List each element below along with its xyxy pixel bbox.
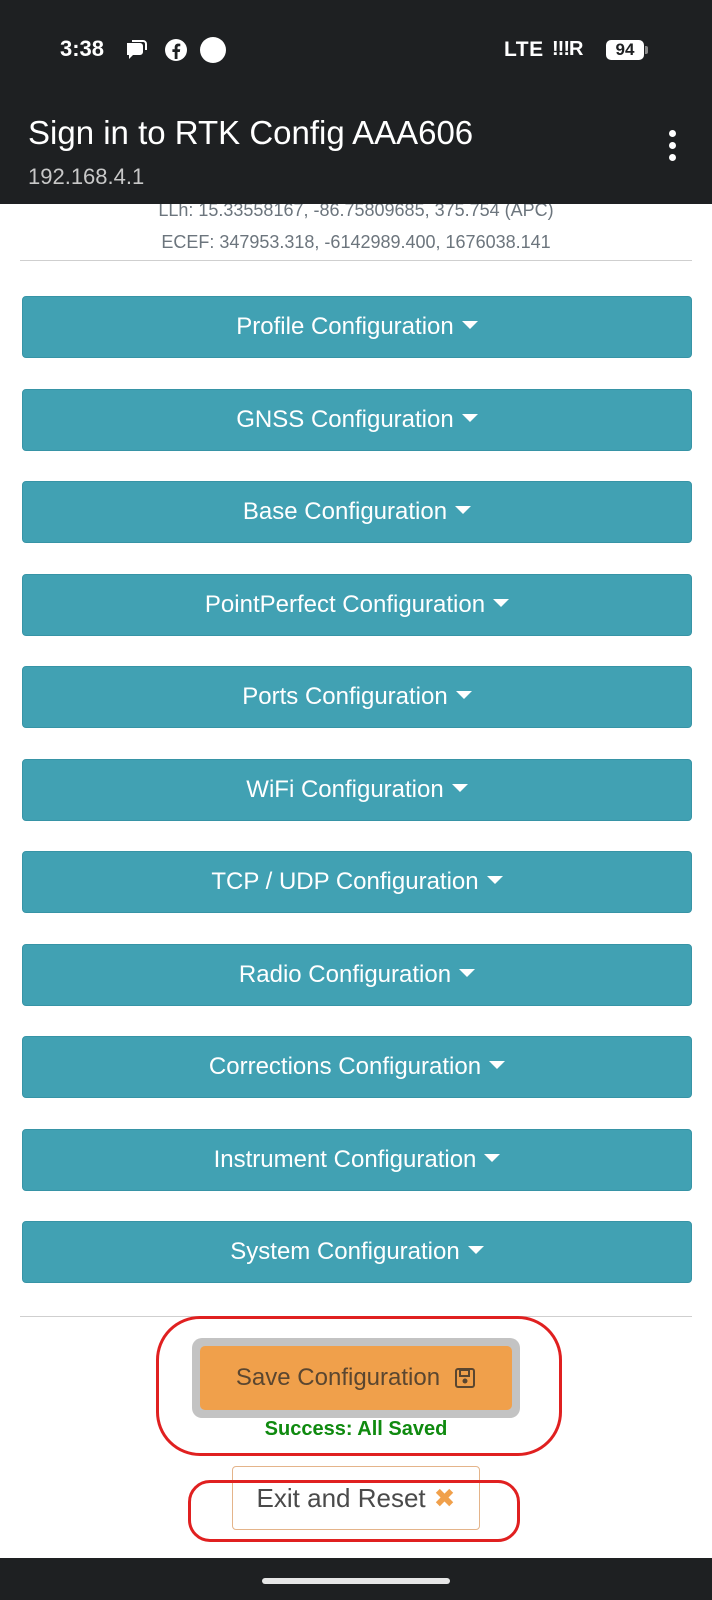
- section-label: Radio Configuration: [238, 960, 452, 988]
- page-address: 192.168.4.1: [28, 164, 145, 189]
- page-title: Sign in to RTK Config AAA606: [28, 114, 474, 151]
- battery-tip: [645, 46, 648, 54]
- section-label: Base Configuration: [242, 498, 448, 525]
- radio-configuration-button[interactable]: Radio Configuration: [22, 943, 692, 1006]
- base-configuration-button[interactable]: Base Configuration: [22, 481, 692, 543]
- config-sections: Profile Configuration GNSS Configuration…: [22, 296, 692, 1314]
- facebook-icon: [165, 39, 187, 61]
- section-label: GNSS Configuration: [236, 405, 454, 433]
- app-bar: Sign in to RTK Config AAA606 192.168.4.1: [0, 100, 712, 204]
- section-label: Ports Configuration: [242, 683, 448, 710]
- caret-down-icon: [459, 968, 476, 977]
- caret-down-icon: [455, 691, 472, 699]
- section-label: Corrections Configuration: [208, 1053, 482, 1080]
- corrections-configuration-button[interactable]: Corrections Configuration: [22, 1036, 692, 1098]
- section-label: Instrument Configuration: [213, 1145, 477, 1173]
- network-type: LTE: [504, 38, 544, 61]
- notification-dot-icon: [200, 37, 226, 63]
- ports-configuration-button[interactable]: Ports Configuration: [22, 666, 692, 728]
- section-label: System Configuration: [230, 1238, 460, 1265]
- caret-down-icon: [461, 321, 478, 329]
- caret-down-icon: [455, 506, 472, 514]
- gnss-configuration-button[interactable]: GNSS Configuration: [22, 388, 692, 451]
- wifi-configuration-button[interactable]: WiFi Configuration: [22, 758, 692, 821]
- profile-configuration-button[interactable]: Profile Configuration: [22, 296, 692, 358]
- section-label: WiFi Configuration: [246, 775, 444, 803]
- section-label: Profile Configuration: [236, 313, 454, 340]
- caret-down-icon: [451, 783, 468, 792]
- chat-bubble-icon: [127, 40, 147, 59]
- caret-down-icon: [486, 876, 503, 884]
- caret-down-icon: [467, 1246, 484, 1254]
- divider: [20, 260, 692, 261]
- clock: 3:38: [60, 36, 105, 61]
- highlight-save-annotation: [156, 1316, 562, 1456]
- signal-strength-icon: !!!R: [552, 38, 583, 60]
- pointperfect-configuration-button[interactable]: PointPerfect Configuration: [22, 573, 692, 636]
- section-label: TCP / UDP Configuration: [211, 868, 479, 895]
- system-configuration-button[interactable]: System Configuration: [22, 1221, 692, 1283]
- tcp-udp-configuration-button[interactable]: TCP / UDP Configuration: [22, 851, 692, 913]
- caret-down-icon: [493, 598, 510, 607]
- caret-down-icon: [461, 413, 478, 422]
- highlight-exit-annotation: [188, 1480, 520, 1542]
- more-options-icon[interactable]: [660, 130, 684, 170]
- caret-down-icon: [484, 1153, 501, 1162]
- home-gesture-handle[interactable]: [262, 1578, 450, 1584]
- status-bar: 3:38 LTE !!!R 94: [0, 0, 712, 100]
- navigation-bar: [0, 1558, 712, 1600]
- section-label: PointPerfect Configuration: [204, 590, 486, 618]
- ecef-coordinates: ECEF: 347953.318, -6142989.400, 1676038.…: [161, 232, 551, 252]
- caret-down-icon: [489, 1061, 506, 1069]
- instrument-configuration-button[interactable]: Instrument Configuration: [22, 1128, 692, 1191]
- battery-icon: 94: [606, 40, 644, 60]
